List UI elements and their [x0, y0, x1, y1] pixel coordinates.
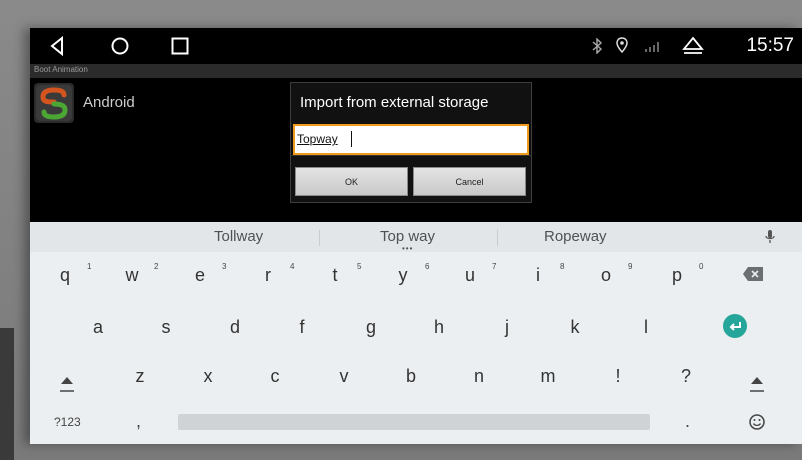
key-k[interactable]: k	[555, 317, 595, 338]
key-p[interactable]: p	[657, 265, 697, 286]
status-bar: 15:57	[30, 28, 802, 64]
key-h[interactable]: h	[419, 317, 459, 338]
key-f[interactable]: f	[282, 317, 322, 338]
period-key[interactable]: .	[685, 411, 690, 432]
eject-icon	[682, 36, 704, 54]
key-y[interactable]: y	[383, 265, 423, 286]
key-hint-1: 1	[87, 262, 92, 271]
key-s[interactable]: s	[146, 317, 186, 338]
text-caret	[351, 131, 352, 147]
key-z[interactable]: z	[120, 366, 160, 387]
key-question[interactable]: ?	[666, 366, 706, 387]
key-t[interactable]: t	[315, 265, 355, 286]
ok-button[interactable]: OK	[295, 167, 408, 196]
dialog-title: Import from external storage	[300, 94, 489, 111]
device-frame-edge	[0, 328, 14, 460]
key-hint-6: 6	[425, 262, 430, 271]
key-w[interactable]: w	[112, 265, 152, 286]
space-bar[interactable]	[178, 414, 650, 430]
import-dialog: Import from external storage Topway OK C…	[290, 82, 532, 203]
key-e[interactable]: e	[180, 265, 220, 286]
key-hint-8: 8	[560, 262, 565, 271]
key-d[interactable]: d	[215, 317, 255, 338]
back-icon[interactable]	[46, 34, 70, 58]
list-item-label: Android	[83, 94, 135, 111]
suggestion-1[interactable]: Tollway	[214, 228, 263, 245]
filename-input-value: Topway	[297, 132, 338, 146]
suggestion-2[interactable]: Top way	[380, 228, 435, 245]
key-x[interactable]: x	[188, 366, 228, 387]
app-logo-icon	[34, 83, 74, 123]
bluetooth-icon	[592, 38, 603, 54]
key-hint-9: 9	[628, 262, 633, 271]
key-c[interactable]: c	[255, 366, 295, 387]
shift-left-icon[interactable]	[57, 374, 77, 394]
suggestion-divider	[497, 230, 498, 246]
emoji-icon[interactable]	[748, 413, 766, 431]
location-icon	[616, 37, 628, 53]
app-bar: Boot Animation	[30, 64, 802, 78]
key-hint-7: 7	[492, 262, 497, 271]
key-v[interactable]: v	[324, 366, 364, 387]
home-icon[interactable]	[108, 34, 132, 58]
more-suggestions-icon[interactable]: •••	[402, 244, 413, 253]
enter-icon	[729, 322, 741, 331]
enter-key[interactable]	[723, 314, 747, 338]
clock: 15:57	[746, 35, 794, 56]
key-hint-5: 5	[357, 262, 362, 271]
signal-icon	[645, 42, 659, 52]
key-u[interactable]: u	[450, 265, 490, 286]
app-title: Boot Animation	[34, 65, 88, 74]
suggestion-divider	[319, 230, 320, 246]
dialog-divider	[291, 155, 531, 156]
key-hint-3: 3	[222, 262, 227, 271]
shift-right-icon[interactable]	[747, 374, 767, 394]
key-r[interactable]: r	[248, 265, 288, 286]
key-q[interactable]: q	[45, 265, 85, 286]
key-n[interactable]: n	[459, 366, 499, 387]
filename-input[interactable]: Topway	[293, 124, 529, 155]
suggestion-3[interactable]: Ropeway	[544, 228, 607, 245]
soft-keyboard: Tollway Top way ••• Ropeway q1 w2 e3 r4 t5 y6…	[30, 222, 802, 444]
comma-key[interactable]: ,	[136, 411, 141, 432]
key-o[interactable]: o	[586, 265, 626, 286]
suggestion-strip: Tollway Top way ••• Ropeway	[30, 222, 802, 253]
key-hint-2: 2	[154, 262, 159, 271]
symbols-key[interactable]: ?123	[54, 415, 81, 429]
key-b[interactable]: b	[391, 366, 431, 387]
key-a[interactable]: a	[78, 317, 118, 338]
microphone-icon[interactable]	[765, 229, 775, 245]
key-l[interactable]: l	[626, 317, 666, 338]
key-hint-4: 4	[290, 262, 295, 271]
key-g[interactable]: g	[351, 317, 391, 338]
key-j[interactable]: j	[487, 317, 527, 338]
device-screen: 15:57 Boot Animation Android Import from…	[30, 28, 802, 444]
key-exclamation[interactable]: !	[598, 366, 638, 387]
recents-icon[interactable]	[168, 34, 192, 58]
backspace-icon[interactable]	[742, 266, 764, 282]
key-hint-0: 0	[699, 262, 704, 271]
cancel-button[interactable]: Cancel	[413, 167, 526, 196]
key-m[interactable]: m	[528, 366, 568, 387]
key-i[interactable]: i	[518, 265, 558, 286]
